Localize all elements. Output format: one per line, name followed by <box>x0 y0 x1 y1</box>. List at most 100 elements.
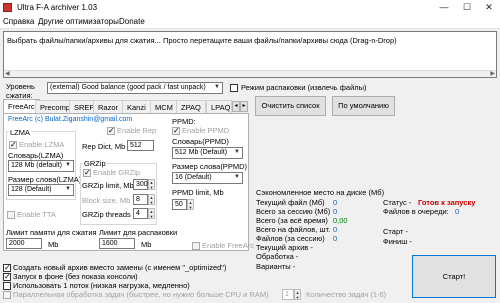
ppmd-title: PPMD: <box>172 117 196 126</box>
ppmd-word-label: Размер слова(PPMD) <box>172 162 247 171</box>
mem-decompress-unit: Mb <box>141 240 152 249</box>
mem-decompress-input[interactable]: 1600 <box>99 238 135 249</box>
enable-freearc-checkbox[interactable] <box>192 242 200 250</box>
unpack-mode-label: Режим распаковки (извлечь файлы) <box>241 83 367 92</box>
queue-label: Файлов в очереди: <box>383 207 449 216</box>
clear-list-button[interactable]: Очистить список <box>255 96 326 116</box>
enable-freearc-label: Enable FreeArc <box>202 241 255 250</box>
window-title: Ultra F-A archiver 1.03 <box>17 3 98 12</box>
tab-scroll-right-icon[interactable]: ▸ <box>240 101 248 112</box>
menu-other-optimizers[interactable]: Другие оптимизаторы <box>38 17 119 26</box>
enable-lzma-checkbox[interactable] <box>9 140 17 150</box>
ppmd-dict-select[interactable]: 512 Mb (Default) ▼ <box>172 147 243 159</box>
lzma-title: LZMA <box>9 128 32 137</box>
grzip-title: GRZip <box>83 159 107 168</box>
app-icon <box>3 3 12 12</box>
lzma-dict-select[interactable]: 128 Mb (default) ▼ <box>8 160 74 172</box>
session-total-label: Всего за сессию (Мб) <box>256 207 331 216</box>
all-time-total-value: 0,00 <box>333 216 348 225</box>
enable-ppmd-label: Enable PPMD <box>182 126 230 135</box>
tab-kanzi[interactable]: Kanzi <box>122 100 151 113</box>
chevron-down-icon: ▼ <box>65 162 71 168</box>
chevron-down-icon: ▼ <box>234 174 240 180</box>
grzip-limit-label: GRZip limit, Mb <box>82 181 134 190</box>
mem-compress-label: Лимит памяти для сжатия <box>6 228 97 237</box>
default-button[interactable]: По умолчанию <box>332 96 395 116</box>
menu-help[interactable]: Справка <box>3 17 34 26</box>
ppmd-limit-input[interactable]: 50 <box>172 199 187 210</box>
session-total-value: 0 <box>333 207 338 216</box>
menu-donate[interactable]: Donate <box>119 17 145 26</box>
finish-time-label: Финиш - <box>383 237 412 246</box>
rep-dict-label: Rep Dict, Mb <box>82 142 126 151</box>
block-size-input[interactable]: 8 <box>133 194 148 205</box>
files-processed-label: Всего на файлов, шт. <box>256 225 331 234</box>
block-size-label: Block size, Mb <box>82 196 131 205</box>
start-button[interactable]: Старт! <box>412 255 496 298</box>
files-processed-value: 0 <box>333 225 338 234</box>
drop-hint: Выбрать файлы/папки/архивы для сжатия...… <box>7 36 397 45</box>
mem-compress-input[interactable]: 2000 <box>6 238 42 249</box>
one-thread-checkbox[interactable] <box>3 282 11 290</box>
scroll-right-icon[interactable]: ▶ <box>490 70 495 77</box>
enable-ppmd-checkbox[interactable] <box>172 126 180 136</box>
minimize-button[interactable]: — <box>433 0 455 15</box>
parallel-checkbox[interactable] <box>3 291 11 299</box>
grzip-threads-input[interactable]: 4 <box>133 208 148 219</box>
tab-scroll-left-icon[interactable]: ◂ <box>232 101 240 112</box>
chevron-down-icon: ▼ <box>214 84 220 90</box>
lzma-word-select[interactable]: 128 (Default) ▼ <box>8 184 74 196</box>
scroll-left-icon[interactable]: ◀ <box>5 70 10 77</box>
ppmd-dict-value: 512 Mb (Default) <box>175 149 228 156</box>
current-file-value: 0 <box>333 198 338 207</box>
level-label: Уровень сжатия: <box>6 82 35 100</box>
compression-level-value: (external) Good balance (good pack / fas… <box>50 84 206 91</box>
lzma-dict-value: 128 Mb (default) <box>11 162 62 169</box>
lzma-word-value: 128 (Default) <box>11 186 52 193</box>
tab-zpaq[interactable]: ZPAQ <box>176 100 206 113</box>
status-value: Готов к запуску <box>418 198 476 207</box>
ppmd-limit-label: PPMD limit, Mb <box>172 188 224 197</box>
all-time-total-label: Всего (за всё время) <box>256 216 328 225</box>
grzip-threads-spinner-icon[interactable]: ▲ ▼ <box>148 208 155 219</box>
tab-razor[interactable]: Razor <box>93 100 124 113</box>
grzip-limit-spinner-icon[interactable]: ▲ ▼ <box>148 179 155 190</box>
tab-mcm[interactable]: MCM <box>150 100 178 113</box>
ppmd-word-select[interactable]: 16 (Default) ▼ <box>172 172 243 184</box>
enable-rep-label: Enable Rep <box>117 126 157 135</box>
queue-value: 0 <box>455 207 460 216</box>
one-thread-label: Использовать 1 поток (низкая нагрузка, м… <box>13 281 190 290</box>
current-archive-label: Текущий архив - <box>256 243 313 252</box>
saved-space-label: Сэкономленное место на диске (Мб) <box>256 188 385 197</box>
rep-dict-input[interactable]: 512 <box>127 140 154 151</box>
enable-tta-label: Enable TTA <box>17 210 56 219</box>
status-label: Статус - <box>383 198 412 207</box>
horizontal-scrollbar[interactable]: ◀ ▶ <box>4 70 496 77</box>
task-count-spinner-icon[interactable]: ▲ ▼ <box>294 289 301 300</box>
tab-lpaq[interactable]: LPAQ <box>206 100 232 113</box>
lzma-dict-label: Словарь(LZMA) <box>8 151 64 160</box>
unpack-mode-checkbox[interactable] <box>230 84 238 92</box>
close-button[interactable]: ✕ <box>478 0 500 15</box>
enable-rep-checkbox[interactable] <box>107 126 115 136</box>
compression-level-select[interactable]: (external) Good balance (good pack / fas… <box>47 82 223 94</box>
lzma-word-label: Размер слова(LZMA) <box>8 175 82 184</box>
level-label-line1: Уровень <box>6 82 35 91</box>
processing-label: Обработка - <box>256 252 299 261</box>
freearc-credit-link[interactable]: FreeArc (c) Bulat.Ziganshin@gmail.com <box>8 116 132 123</box>
background-run-checkbox[interactable] <box>3 272 11 282</box>
grzip-threads-label: GRZip threads <box>82 210 131 219</box>
ppmd-dict-label: Словарь(PPMD) <box>172 137 229 146</box>
files-session-label: Файлов (за сессию) <box>256 234 325 243</box>
enable-grzip-checkbox[interactable] <box>83 168 91 178</box>
maximize-button[interactable]: ☐ <box>456 0 478 15</box>
enable-tta-checkbox[interactable] <box>7 211 15 219</box>
new-archive-checkbox[interactable] <box>3 263 11 273</box>
ppmd-word-value: 16 (Default) <box>175 174 212 181</box>
chevron-down-icon: ▼ <box>65 186 71 192</box>
ppmd-limit-spinner-icon[interactable]: ▲ ▼ <box>187 199 194 210</box>
task-count-input[interactable]: 1 <box>282 289 294 300</box>
parallel-label: Параллельная обработка задач (быстрее, н… <box>13 290 269 299</box>
block-size-spinner-icon[interactable]: ▲ ▼ <box>148 194 155 205</box>
grzip-limit-input[interactable]: 300 <box>133 179 148 190</box>
